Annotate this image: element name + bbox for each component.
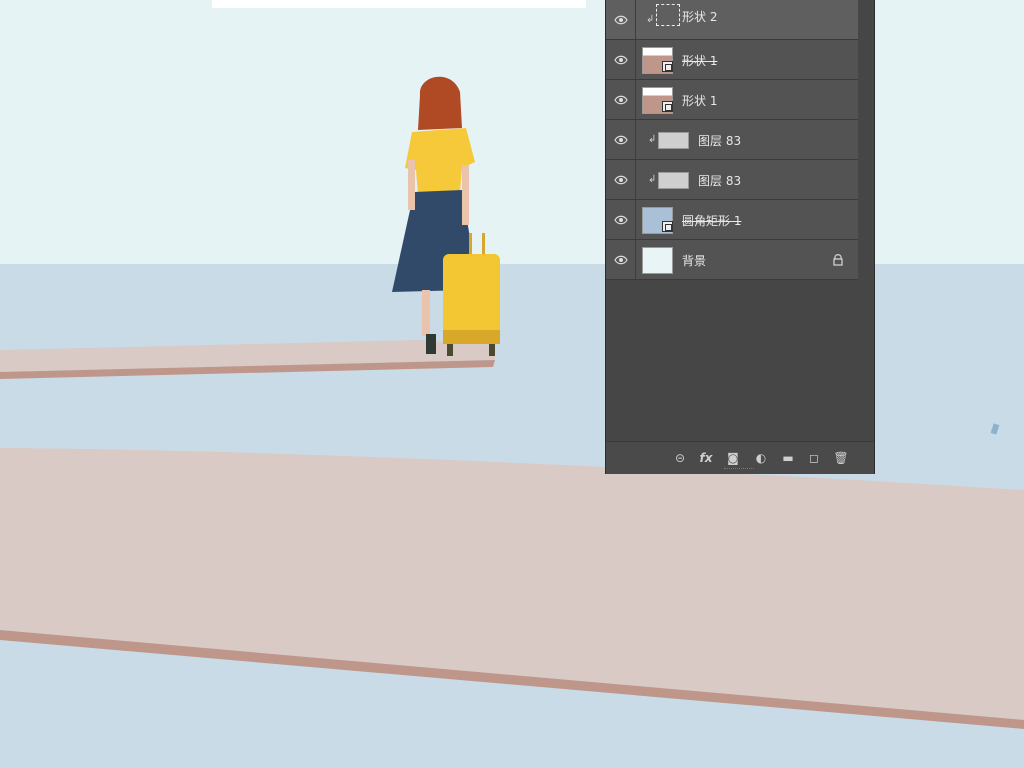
panel-resize-grip[interactable] (724, 468, 754, 472)
clip-arrow-icon: ↲ (648, 174, 657, 185)
link-icon[interactable]: ⊝ (672, 450, 688, 466)
layer-name: 形状 1 (682, 54, 718, 68)
lock-icon[interactable] (832, 253, 844, 266)
visibility-eye-icon[interactable] (606, 40, 636, 79)
shape-badge-icon (662, 101, 673, 112)
vector-mask-thumb-icon (656, 4, 680, 26)
layer-row-layer-83-a[interactable]: ↲ 图层 83 (606, 120, 858, 160)
visibility-eye-icon[interactable] (606, 240, 636, 279)
layer-row-layer-83-b[interactable]: ↲ 图层 83 (606, 160, 858, 200)
folder-icon[interactable]: ▬ (780, 450, 796, 466)
layer-name: 形状 1 (682, 94, 718, 108)
layer-list: ↲ 形状 2 形状 1 形状 1 ↲ 图层 83 ↲ 图层 83 圆角矩形 1 … (606, 0, 858, 280)
visibility-eye-icon[interactable] (606, 80, 636, 119)
layer-thumbnail (658, 172, 689, 189)
layer-name: 形状 2 (682, 10, 718, 24)
layer-thumbnail (658, 132, 689, 149)
layer-row-shape-1-a[interactable]: 形状 1 (606, 40, 858, 80)
layer-row-shape-2[interactable]: ↲ 形状 2 (606, 0, 858, 40)
layer-name: 图层 83 (698, 134, 742, 148)
layer-name: 图层 83 (698, 174, 742, 188)
layer-row-shape-1-b[interactable]: 形状 1 (606, 80, 858, 120)
visibility-eye-icon[interactable] (606, 200, 636, 239)
white-banner (212, 0, 586, 8)
layers-panel: ↲ 形状 2 形状 1 形状 1 ↲ 图层 83 ↲ 图层 83 圆角矩形 1 … (605, 0, 875, 474)
layers-panel-toolbar: ⊝ fx ◙ ◐ ▬ ◻ 🗑 (606, 441, 874, 474)
layer-row-rounded-rect-1[interactable]: 圆角矩形 1 (606, 200, 858, 240)
adjustment-icon[interactable]: ◐ (753, 450, 769, 466)
shape-badge-icon (662, 61, 673, 72)
clip-arrow-icon: ↲ (646, 14, 655, 25)
visibility-eye-icon[interactable] (606, 0, 636, 39)
fx-icon[interactable]: fx (698, 450, 714, 466)
layer-thumbnail (642, 247, 673, 274)
trash-icon[interactable]: 🗑 (833, 450, 849, 466)
layer-row-background[interactable]: 背景 (606, 240, 858, 280)
shape-badge-icon (662, 221, 673, 232)
layer-name: 圆角矩形 1 (682, 214, 742, 228)
mask-icon[interactable]: ◙ (725, 450, 741, 466)
clip-arrow-icon: ↲ (648, 134, 657, 145)
visibility-eye-icon[interactable] (606, 160, 636, 199)
visibility-eye-icon[interactable] (606, 120, 636, 159)
layer-name: 背景 (682, 254, 707, 268)
new-layer-icon[interactable]: ◻ (806, 450, 822, 466)
